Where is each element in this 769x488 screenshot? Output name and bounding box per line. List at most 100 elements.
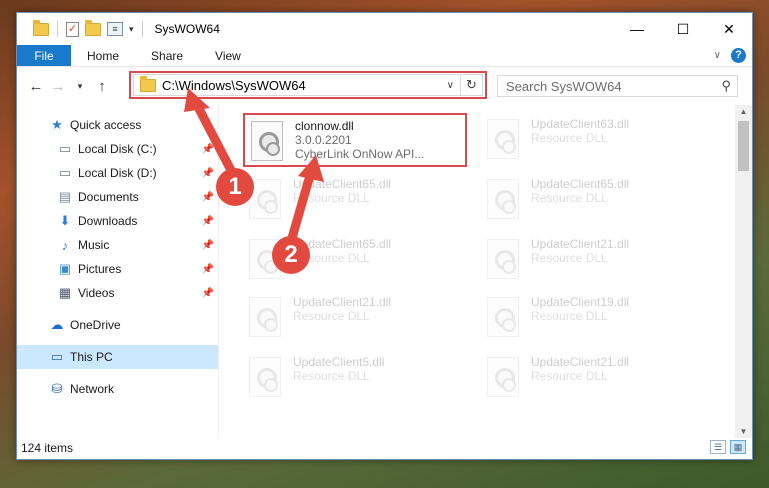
nav-this-pc[interactable]: ▭ This PC (17, 345, 218, 369)
file-info: clonnow.dll 3.0.0.2201 CyberLink OnNow A… (295, 115, 424, 161)
file-tile[interactable]: UpdateClient21.dll Resource DLL (481, 233, 705, 287)
expand-ribbon-chevron-icon[interactable]: ∨ (714, 50, 721, 61)
nav-gap (17, 369, 218, 377)
address-path[interactable]: C:\Windows\SysWOW64 (162, 78, 306, 93)
nav-documents[interactable]: ▤ Documents 📌 (17, 185, 218, 209)
details-view-icon[interactable]: ☰ (710, 440, 726, 454)
back-arrow-icon[interactable]: ← (25, 78, 47, 95)
forward-arrow-icon[interactable]: → (47, 78, 69, 95)
file-tile[interactable]: UpdateClient65.dll Resource DLL (243, 173, 467, 227)
pin-icon: 📌 (201, 143, 214, 155)
dll-file-icon (249, 357, 281, 397)
up-arrow-icon[interactable]: ↑ (91, 78, 113, 95)
videos-icon: ▦ (58, 285, 72, 300)
pictures-icon: ▣ (58, 261, 72, 276)
properties-check-icon[interactable]: ✓ (66, 21, 79, 37)
dll-file-icon (487, 297, 519, 337)
address-bar[interactable]: C:\Windows\SysWOW64 ∨ (133, 74, 461, 96)
nav-label: Network (70, 382, 115, 396)
dll-file-icon (487, 179, 519, 219)
annotation-badge-one: 1 (216, 168, 254, 206)
scroll-thumb[interactable] (738, 121, 749, 171)
nav-pictures[interactable]: ▣ Pictures 📌 (17, 257, 218, 281)
customize-toolbar-icon[interactable]: ≡ (107, 22, 123, 36)
navigation-bar: ← → ▾ ↑ C:\Windows\SysWOW64 ∨ ↻ Search S… (17, 67, 752, 105)
star-icon: ★ (51, 117, 63, 132)
divider (141, 21, 143, 37)
close-button[interactable]: ✕ (706, 13, 752, 45)
help-icon[interactable]: ? (731, 48, 746, 63)
window-controls: — ☐ ✕ (614, 13, 752, 45)
annotation-badge-two: 2 (272, 236, 310, 274)
computer-icon: ▭ (50, 349, 64, 364)
nav-local-disk-d[interactable]: ▭ Local Disk (D:) 📌 (17, 161, 218, 185)
dll-file-icon (251, 121, 283, 161)
tab-file[interactable]: File (17, 45, 71, 66)
file-tile[interactable]: UpdateClient19.dll Resource DLL (481, 291, 705, 345)
file-name: UpdateClient5.dll (293, 355, 385, 369)
file-name: UpdateClient65.dll (531, 177, 630, 191)
nav-label: Music (78, 238, 110, 252)
search-input[interactable]: Search SysWOW64 ⚲ (497, 75, 738, 97)
address-bar-highlight: C:\Windows\SysWOW64 ∨ ↻ (129, 71, 487, 99)
scroll-down-icon[interactable]: ▼ (735, 427, 752, 436)
file-name: UpdateClient21.dll (531, 237, 630, 251)
pin-icon: 📌 (201, 287, 214, 299)
dll-file-icon (487, 119, 519, 159)
nav-music[interactable]: ♪ Music 📌 (17, 233, 218, 257)
file-tile[interactable]: UpdateClient65.dll Resource DLL (481, 173, 705, 227)
refresh-icon[interactable]: ↻ (461, 74, 483, 96)
view-toggle: ☰ ▦ (710, 440, 746, 454)
nav-quick-access[interactable]: ★ Quick access (17, 113, 218, 137)
vertical-scrollbar[interactable]: ▲ ▼ (735, 105, 752, 438)
maximize-button[interactable]: ☐ (660, 13, 706, 45)
scroll-up-icon[interactable]: ▲ (735, 107, 752, 116)
tiles-view-icon[interactable]: ▦ (730, 440, 746, 454)
address-dropdown-icon[interactable]: ∨ (447, 80, 460, 91)
file-tile-clonnow[interactable]: clonnow.dll 3.0.0.2201 CyberLink OnNow A… (243, 113, 467, 167)
status-bar: 124 items ☰ ▦ (17, 437, 752, 459)
recent-locations-chevron-icon[interactable]: ▾ (69, 81, 91, 92)
nav-label: Pictures (78, 262, 122, 276)
window-title: SysWOW64 (154, 22, 220, 36)
file-name: UpdateClient21.dll (293, 295, 392, 309)
nav-label: Videos (78, 286, 115, 300)
folder-icon (140, 75, 156, 92)
tab-share[interactable]: Share (135, 45, 199, 66)
file-type: Resource DLL (531, 309, 608, 323)
file-description: CyberLink OnNow API... (295, 147, 425, 161)
network-icon: ⛁ (51, 381, 63, 396)
ribbon-right: ∨ ? (714, 48, 746, 63)
nav-local-disk-c[interactable]: ▭ Local Disk (C:) 📌 (17, 137, 218, 161)
nav-label: This PC (70, 350, 113, 364)
file-tile[interactable]: UpdateClient21.dll Resource DLL (481, 351, 705, 405)
file-tile[interactable]: UpdateClient63.dll Resource DLL (481, 113, 705, 167)
pin-icon: 📌 (201, 191, 214, 203)
file-tile[interactable]: UpdateClient21.dll Resource DLL (243, 291, 467, 345)
new-folder-icon[interactable] (85, 19, 101, 36)
drive-icon: ▭ (58, 141, 72, 156)
file-type: Resource DLL (531, 191, 608, 205)
tab-home[interactable]: Home (71, 45, 135, 66)
file-tile[interactable]: UpdateClient5.dll Resource DLL (243, 351, 467, 405)
pin-icon: 📌 (201, 263, 214, 275)
nav-onedrive[interactable]: ☁ OneDrive (17, 313, 218, 337)
nav-network[interactable]: ⛁ Network (17, 377, 218, 401)
dll-file-icon (487, 239, 519, 279)
file-name: UpdateClient65.dll (293, 177, 392, 191)
nav-videos[interactable]: ▦ Videos 📌 (17, 281, 218, 305)
quick-access-toolbar: ✓ ≡ ▾ (33, 19, 145, 37)
minimize-button[interactable]: — (614, 13, 660, 45)
file-name: UpdateClient63.dll (531, 117, 630, 131)
cloud-icon: ☁ (50, 317, 64, 332)
documents-icon: ▤ (58, 189, 72, 204)
tab-view[interactable]: View (199, 45, 257, 66)
file-type: Resource DLL (293, 191, 370, 205)
nav-label: Local Disk (D:) (78, 166, 157, 180)
music-icon: ♪ (61, 237, 69, 253)
download-icon: ⬇ (59, 213, 71, 228)
nav-downloads[interactable]: ⬇ Downloads 📌 (17, 209, 218, 233)
navigation-pane: ★ Quick access ▭ Local Disk (C:) 📌 ▭ Loc… (17, 105, 219, 438)
search-icon[interactable]: ⚲ (721, 78, 731, 94)
toolbar-dropdown-icon[interactable]: ▾ (129, 24, 134, 35)
